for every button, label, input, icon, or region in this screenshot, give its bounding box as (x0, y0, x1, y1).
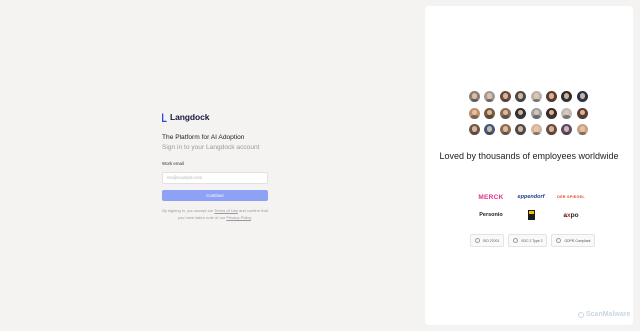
avatar (545, 124, 557, 135)
langdock-logo-icon (162, 113, 167, 122)
spiegel-logo: DER SPIEGEL (557, 195, 585, 199)
personio-logo: Personio (479, 212, 503, 218)
eppendorf-logo: eppendorf (517, 194, 545, 200)
iso-seal-icon (475, 238, 480, 243)
axpo-logo: a x po (563, 211, 579, 219)
avatar (469, 91, 480, 102)
avatar (469, 107, 480, 119)
terms-notice: By signing in, you accept our Terms of U… (162, 208, 268, 221)
page-subtitle: Sign in to your Langdock account (162, 144, 260, 151)
box-logo-icon (511, 210, 551, 220)
avatar (469, 124, 480, 135)
avatar (499, 124, 511, 135)
gdpr-seal-icon (556, 238, 562, 243)
avatar-grid (469, 91, 588, 135)
brand-logo: Langdock (162, 112, 268, 122)
terms-prefix: By signing in, you accept our (162, 208, 214, 213)
avatar (499, 107, 511, 119)
continue-button[interactable]: Continue (162, 190, 268, 201)
avatar (576, 124, 588, 135)
avatar (515, 107, 527, 119)
avatar (499, 91, 511, 102)
shield-icon (578, 311, 584, 318)
certification-badges: ISO 27001 SOC 2 Type 2 GDPR Compliant (470, 234, 596, 247)
avatar (545, 91, 557, 102)
iso-27001-badge: ISO 27001 (470, 234, 505, 247)
soc2-badge: SOC 2 Type 2 (508, 234, 548, 247)
avatar (515, 124, 527, 135)
brand-name: Langdock (170, 112, 210, 122)
avatar (561, 124, 573, 135)
showcase-panel: Loved by thousands of employees worldwid… (425, 6, 633, 325)
email-field[interactable] (162, 171, 268, 184)
avatar (484, 107, 496, 119)
customer-logos: MERCK eppendorf DER SPIEGEL Personio axp… (471, 192, 591, 220)
terms-of-use-link[interactable]: Terms of Use (214, 208, 238, 213)
privacy-policy-link[interactable]: Privacy Policy (226, 215, 251, 220)
page-title: The Platform for AI Adoption (162, 134, 245, 141)
terms-suffix: . (250, 214, 253, 220)
watermark: ScanMalware (578, 311, 630, 318)
avatar (561, 91, 573, 102)
avatar (576, 91, 588, 102)
avatar (576, 107, 588, 119)
avatar (484, 124, 496, 135)
avatar (530, 91, 542, 102)
avatar (530, 107, 542, 119)
gdpr-badge: GDPR Compliant (551, 234, 596, 247)
showcase-headline: Loved by thousands of employees worldwid… (439, 151, 619, 161)
email-label: Work email (162, 161, 184, 166)
login-panel: Langdock The Platform for AI Adoption Si… (162, 112, 268, 221)
soc-seal-icon (513, 238, 519, 243)
avatar (561, 107, 573, 119)
merck-logo: MERCK (478, 193, 504, 201)
avatar (545, 107, 557, 119)
avatar (530, 124, 542, 135)
avatar (484, 91, 496, 102)
avatar (515, 91, 527, 102)
